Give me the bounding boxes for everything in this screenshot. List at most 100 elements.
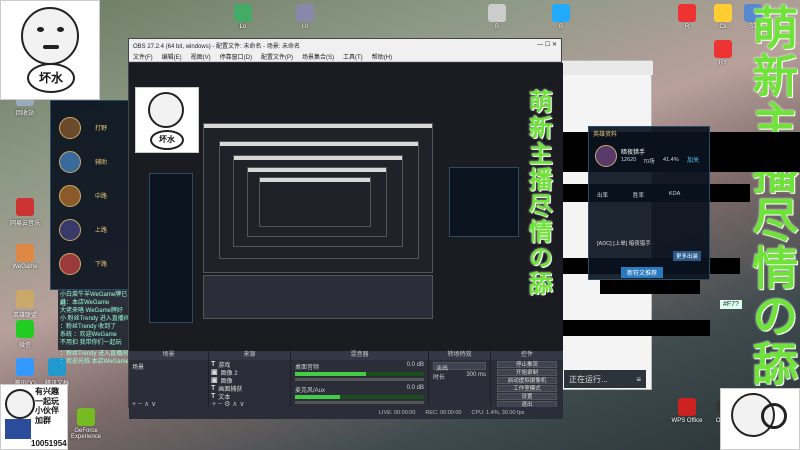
window-controls[interactable]: — ☐ ✕ bbox=[537, 41, 557, 49]
running-status[interactable]: 正在运行... ≡ bbox=[564, 370, 646, 388]
stat-value: 70场 bbox=[643, 159, 655, 165]
meme-panda-top: 坏水 bbox=[0, 0, 100, 100]
menu-docks[interactable]: 停靠窗口(D) bbox=[220, 52, 252, 61]
promo-meme: 有兴趣 一起玩 小伙伴 加群 1005195440 bbox=[0, 384, 68, 450]
stat-value: 41.4% bbox=[663, 157, 679, 163]
nested-lol-team bbox=[149, 173, 193, 323]
transition-select[interactable]: 淡出 bbox=[433, 362, 486, 372]
settings-button[interactable]: 设置 bbox=[497, 393, 557, 400]
volume-slider[interactable] bbox=[295, 378, 424, 381]
app-icon bbox=[234, 4, 252, 22]
desktop-icon-music[interactable]: 网易云音乐 bbox=[2, 198, 48, 227]
obs-titlebar: OBS 27.2.4 (64 bit, windows) - 配置文件: 未命名… bbox=[129, 39, 561, 51]
player-role: 下路 bbox=[95, 262, 108, 268]
obs-window: OBS 27.2.4 (64 bit, windows) - 配置文件: 未命名… bbox=[128, 38, 563, 419]
obs-preview-canvas[interactable]: 坏水 萌新主播尽情の舔 bbox=[129, 63, 563, 351]
menu-view[interactable]: 视图(V) bbox=[191, 52, 211, 61]
desktop-icon-lol[interactable]: 英雄联盟 bbox=[2, 290, 48, 319]
dock-header: 场景 bbox=[129, 351, 208, 360]
build-title: [ADC] [上单] 暗夜猎手 bbox=[597, 241, 651, 247]
magnifier-icon bbox=[761, 403, 787, 429]
desktop-icon-top-4[interactable]: B bbox=[538, 4, 584, 30]
menu-edit[interactable]: 编辑(E) bbox=[162, 52, 182, 61]
stop-streaming-button[interactable]: 停止推流 bbox=[497, 361, 557, 368]
lol-icon bbox=[16, 290, 34, 308]
scene-item[interactable]: 场景 bbox=[129, 360, 208, 373]
meme-magnifier bbox=[720, 388, 800, 450]
nested-preview bbox=[259, 177, 371, 227]
dock-mixer: 混音器 桌面音频 0.0 dB 麦克风/Aux 0.0 dB bbox=[291, 351, 429, 409]
game-icon bbox=[16, 244, 34, 262]
chat-id-bubble: #F7? bbox=[720, 300, 742, 309]
promo-text: 有兴趣 bbox=[35, 387, 59, 396]
music-icon bbox=[16, 198, 34, 216]
menu-profile[interactable]: 配置文件(P) bbox=[261, 52, 293, 61]
green-caption-obs: 萌新主播尽情の舔 bbox=[524, 89, 553, 297]
mixer-track: 桌面音频 0.0 dB bbox=[291, 360, 428, 383]
menu-icon[interactable]: ≡ bbox=[636, 375, 641, 384]
champion-avatar-icon bbox=[59, 219, 81, 241]
player-role: 打野 bbox=[95, 126, 108, 132]
promo-text: 一起玩 bbox=[35, 396, 59, 406]
rune-recommend-button[interactable]: 新符文推荐 bbox=[621, 267, 664, 278]
volume-level bbox=[295, 395, 341, 399]
studio-mode-button[interactable]: 工作室模式 bbox=[497, 385, 557, 392]
meme-panda-obs: 坏水 bbox=[135, 87, 199, 153]
dock-header: 转场特效 bbox=[429, 351, 490, 360]
live-time: 00:00:00 bbox=[393, 410, 416, 416]
obs-window-title: OBS 27.2.4 (64 bit, windows) - 配置文件: 未命名… bbox=[133, 44, 301, 50]
obs-menubar: 文件(F) 编辑(E) 视图(V) 停靠窗口(D) 配置文件(P) 场景集合(S… bbox=[129, 51, 561, 62]
player-role: 上路 bbox=[95, 228, 108, 234]
promo-number: 1005195440 bbox=[31, 439, 67, 448]
app-icon bbox=[296, 4, 314, 22]
panda-face-icon bbox=[21, 7, 79, 65]
chat-tail: ：粉丝Trendy 进入直播间 ：欢迎光临 本店WeGame bbox=[60, 350, 130, 366]
desktop-icon-top-7[interactable]: RY bbox=[700, 40, 746, 66]
desktop-icon-top-3[interactable]: B bbox=[474, 4, 520, 30]
lol-team-panel: 打野 辅助 中路 上路 下路 bbox=[50, 100, 130, 290]
promo-text: 加群 bbox=[35, 415, 51, 425]
dock-header: 控件 bbox=[491, 351, 563, 360]
player-role: 辅助 bbox=[95, 160, 108, 166]
qq-icon bbox=[16, 358, 34, 376]
volume-meter bbox=[295, 372, 424, 376]
champion-name: 暗夜猎手 bbox=[621, 150, 646, 156]
menu-file[interactable]: 文件(F) bbox=[133, 52, 153, 61]
chat-line: 不用扣 我带你们一起玩 bbox=[60, 340, 122, 346]
source-item[interactable]: T 文本 bbox=[209, 392, 290, 401]
duration-row: 时长 300 ms bbox=[433, 372, 486, 381]
volume-meter bbox=[295, 395, 424, 399]
virtual-camera-button[interactable]: 启动虚拟摄像机 bbox=[497, 377, 557, 384]
more-build-button[interactable]: 更多出装 bbox=[673, 251, 702, 261]
app-icon bbox=[552, 4, 570, 22]
app-icon bbox=[678, 4, 696, 22]
rec-label: REC: bbox=[425, 410, 439, 416]
meme-face-icon bbox=[5, 389, 35, 419]
mixer-track: 麦克风/Aux 0.0 dB bbox=[291, 383, 428, 406]
menu-help[interactable]: 帮助(H) bbox=[372, 52, 392, 61]
start-recording-button[interactable]: 开始录制 bbox=[497, 369, 557, 376]
chat-panel: 小白菜牛羊WeGame牌已经 说：本店WeGame 大佬来咯 WeGame牌好 … bbox=[58, 290, 132, 350]
running-label: 正在运行... bbox=[569, 374, 608, 384]
follow-button[interactable]: 加关 bbox=[687, 155, 699, 164]
volume-slider[interactable] bbox=[295, 401, 424, 404]
rec-time: 00:00:00 bbox=[440, 410, 462, 416]
desktop-icon-wechat[interactable]: 微信 bbox=[2, 320, 48, 349]
desktop-icon-wegame[interactable]: WeGame bbox=[2, 244, 48, 270]
dock-scenes: 场景 场景 + − ∧ ∨ bbox=[129, 351, 209, 409]
desktop-icon-top-2[interactable]: UI bbox=[282, 4, 328, 30]
stat-label: 出率 bbox=[597, 193, 609, 199]
champion-avatar-icon bbox=[595, 145, 617, 167]
champion-avatar-icon bbox=[59, 185, 81, 207]
meme-label: 坏水 bbox=[150, 130, 184, 150]
champion-avatar-icon bbox=[59, 151, 81, 173]
menu-tools[interactable]: 工具(T) bbox=[343, 52, 363, 61]
app-icon bbox=[488, 4, 506, 22]
champion-avatar-icon bbox=[59, 117, 81, 139]
green-caption-main: 萌新主播尽情の舔 bbox=[745, 4, 800, 388]
desktop-icon-top-1[interactable]: Lo bbox=[220, 4, 266, 30]
duration-input[interactable]: 300 ms bbox=[466, 372, 486, 381]
meme-label: 坏水 bbox=[27, 63, 75, 93]
chat-line: ：欢迎光临 本店WeGame bbox=[60, 359, 129, 365]
menu-scene-collection[interactable]: 场景集合(S) bbox=[302, 52, 334, 61]
